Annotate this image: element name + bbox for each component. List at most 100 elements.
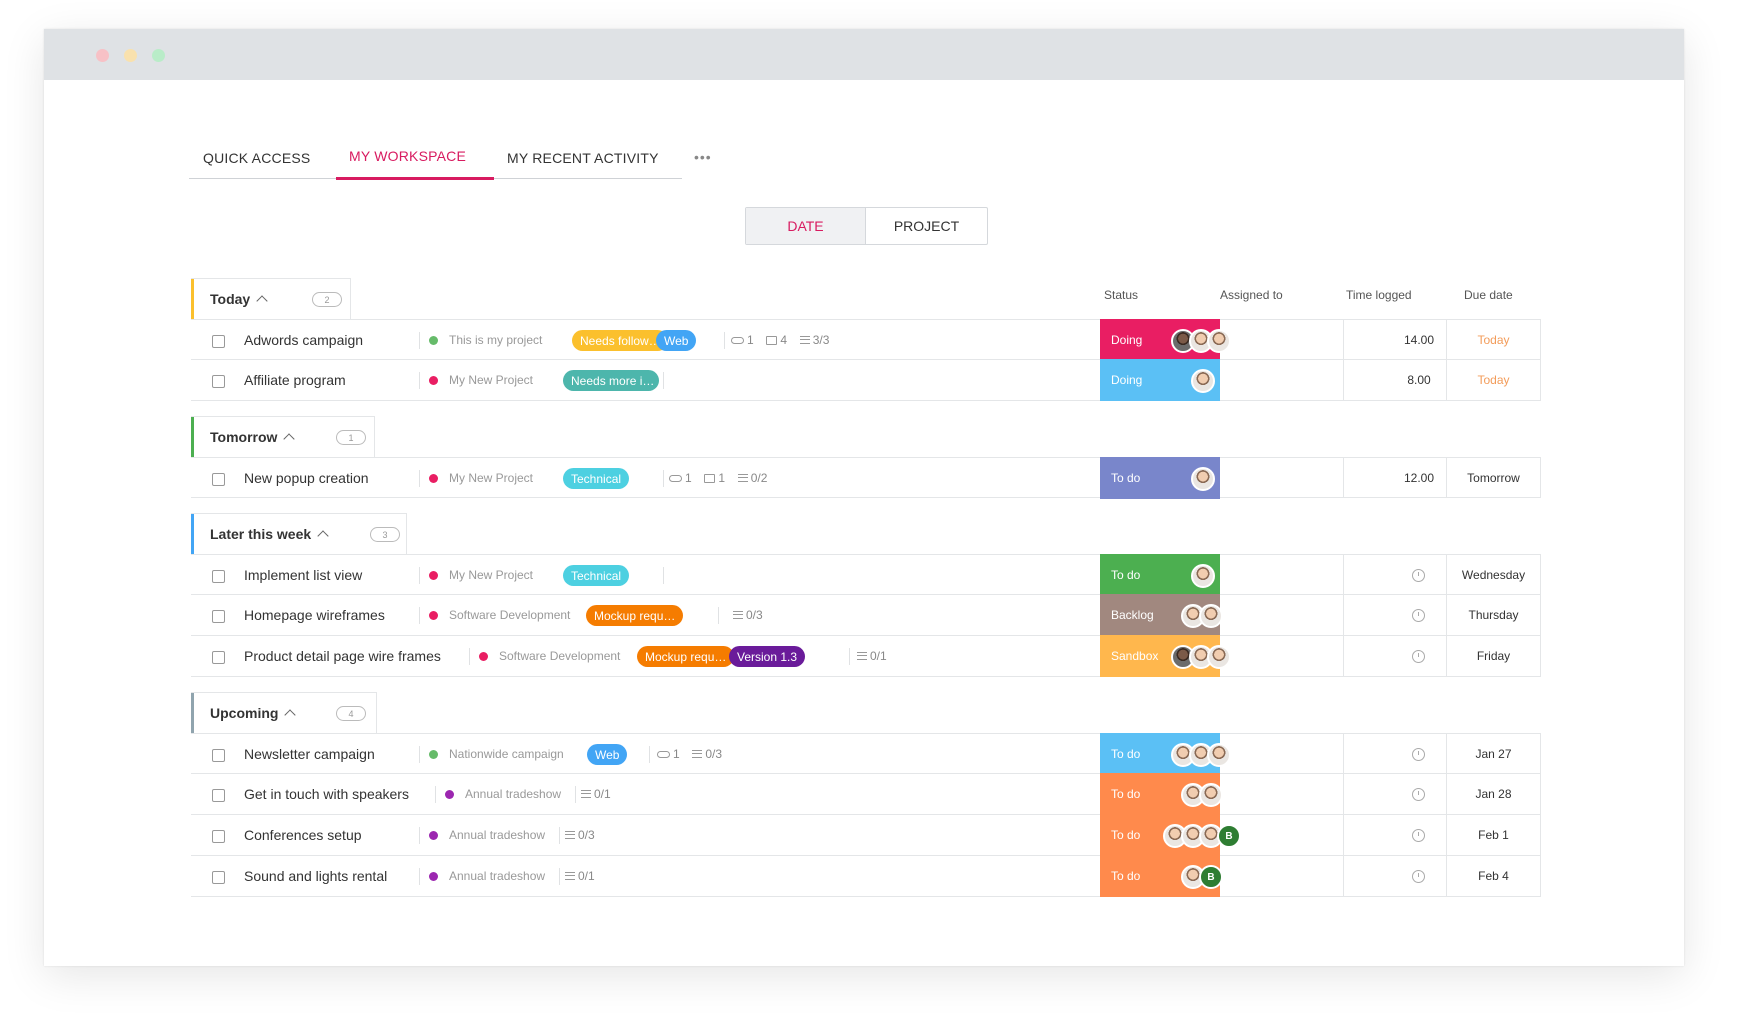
task-row[interactable]: Get in touch with speakers Annual trades… xyxy=(191,773,1541,815)
task-checkbox[interactable] xyxy=(212,473,225,486)
due-date[interactable]: Today xyxy=(1446,333,1541,347)
close-window-dot[interactable] xyxy=(96,49,109,62)
task-name[interactable]: Get in touch with speakers xyxy=(244,786,409,802)
task-label[interactable]: Web xyxy=(587,744,628,765)
avatar[interactable] xyxy=(1207,329,1231,353)
task-checkbox[interactable] xyxy=(212,335,225,348)
task-row[interactable]: Sound and lights rental Annual tradeshow… xyxy=(191,855,1541,897)
alarm-clock-icon[interactable] xyxy=(1412,788,1425,801)
avatar[interactable] xyxy=(1207,743,1231,767)
avatar[interactable] xyxy=(1199,604,1223,628)
due-date[interactable]: Thursday xyxy=(1446,608,1541,622)
task-row[interactable]: Adwords campaign This is my project Needs… xyxy=(191,319,1541,361)
task-label[interactable]: Technical xyxy=(563,468,629,489)
assignee-avatars[interactable] xyxy=(1191,564,1215,588)
alarm-clock-icon[interactable] xyxy=(1412,609,1425,622)
section-header[interactable]: Today 2 xyxy=(191,278,351,319)
avatar[interactable] xyxy=(1199,783,1223,807)
due-date[interactable]: Today xyxy=(1446,373,1541,387)
task-label[interactable]: Needs more i… xyxy=(563,370,659,391)
project-name[interactable]: Annual tradeshow xyxy=(465,787,561,801)
project-name[interactable]: Annual tradeshow xyxy=(449,828,545,842)
group-by-date-button[interactable]: DATE xyxy=(746,208,866,244)
collapse-chevron-icon[interactable] xyxy=(284,709,297,721)
collapse-chevron-icon[interactable] xyxy=(256,295,268,307)
group-by-project-button[interactable]: PROJECT xyxy=(866,208,987,244)
assignee-avatars[interactable]: B xyxy=(1163,824,1241,848)
project-name[interactable]: This is my project xyxy=(449,333,542,347)
alarm-clock-icon[interactable] xyxy=(1412,870,1425,883)
assignee-avatars[interactable] xyxy=(1191,467,1215,491)
assignee-avatars[interactable] xyxy=(1191,369,1215,393)
minimize-window-dot[interactable] xyxy=(124,49,137,62)
task-name[interactable]: Affiliate program xyxy=(244,372,346,388)
task-name[interactable]: Adwords campaign xyxy=(244,332,363,348)
task-label[interactable]: Mockup requ… xyxy=(637,646,735,667)
task-label[interactable]: Technical xyxy=(563,565,629,586)
alarm-clock-icon[interactable] xyxy=(1412,569,1425,582)
project-name[interactable]: Nationwide campaign xyxy=(449,747,564,761)
project-name[interactable]: My New Project xyxy=(449,373,533,387)
due-date[interactable]: Jan 28 xyxy=(1446,787,1541,801)
due-date[interactable]: Wednesday xyxy=(1446,568,1541,582)
task-row[interactable]: Implement list view My New Project Techni… xyxy=(191,554,1541,596)
task-name[interactable]: Newsletter campaign xyxy=(244,746,375,762)
task-checkbox[interactable] xyxy=(212,651,225,664)
task-checkbox[interactable] xyxy=(212,789,225,802)
task-label[interactable]: Web xyxy=(656,330,696,351)
task-checkbox[interactable] xyxy=(212,610,225,623)
task-row[interactable]: Newsletter campaign Nationwide campaign W… xyxy=(191,733,1541,775)
project-name[interactable]: Software Development xyxy=(449,608,570,622)
task-checkbox[interactable] xyxy=(212,375,225,388)
due-date[interactable]: Feb 1 xyxy=(1446,828,1541,842)
collapse-chevron-icon[interactable] xyxy=(317,530,329,542)
task-row[interactable]: Conferences setup Annual tradeshow 0/3 To … xyxy=(191,814,1541,856)
avatar[interactable] xyxy=(1191,369,1215,393)
task-label[interactable]: Mockup requ… xyxy=(586,605,684,626)
tab-my-recent-activity[interactable]: MY RECENT ACTIVITY xyxy=(507,150,659,166)
assignee-avatars[interactable] xyxy=(1171,329,1231,353)
assignee-avatars[interactable]: B xyxy=(1181,865,1223,889)
avatar[interactable] xyxy=(1207,645,1231,669)
avatar[interactable] xyxy=(1191,467,1215,491)
section-header[interactable]: Upcoming 4 xyxy=(191,692,377,733)
tab-my-workspace[interactable]: MY WORKSPACE xyxy=(349,148,466,164)
task-checkbox[interactable] xyxy=(212,570,225,583)
task-name[interactable]: New popup creation xyxy=(244,470,369,486)
project-name[interactable]: Software Development xyxy=(499,649,620,663)
due-date[interactable]: Jan 27 xyxy=(1446,747,1541,761)
tab-quick-access[interactable]: QUICK ACCESS xyxy=(203,150,310,166)
project-name[interactable]: My New Project xyxy=(449,471,533,485)
task-row[interactable]: New popup creation My New Project Technic… xyxy=(191,457,1541,499)
project-name[interactable]: My New Project xyxy=(449,568,533,582)
alarm-clock-icon[interactable] xyxy=(1412,650,1425,663)
avatar-initial[interactable]: B xyxy=(1217,824,1241,848)
due-date[interactable]: Feb 4 xyxy=(1446,869,1541,883)
task-checkbox[interactable] xyxy=(212,871,225,884)
due-date[interactable]: Tomorrow xyxy=(1446,471,1541,485)
alarm-clock-icon[interactable] xyxy=(1412,748,1425,761)
alarm-clock-icon[interactable] xyxy=(1412,829,1425,842)
assignee-avatars[interactable] xyxy=(1181,783,1223,807)
task-row[interactable]: Homepage wireframes Software Development… xyxy=(191,594,1541,636)
task-name[interactable]: Homepage wireframes xyxy=(244,607,385,623)
due-date[interactable]: Friday xyxy=(1446,649,1541,663)
avatar[interactable] xyxy=(1191,564,1215,588)
project-name[interactable]: Annual tradeshow xyxy=(449,869,545,883)
maximize-window-dot[interactable] xyxy=(152,49,165,62)
collapse-chevron-icon[interactable] xyxy=(283,433,296,445)
section-header[interactable]: Tomorrow 1 xyxy=(191,416,375,457)
task-name[interactable]: Product detail page wire frames xyxy=(244,648,441,664)
assignee-avatars[interactable] xyxy=(1181,604,1223,628)
task-name[interactable]: Implement list view xyxy=(244,567,362,583)
task-label[interactable]: Version 1.3 xyxy=(729,646,806,667)
task-label[interactable]: Needs follow… xyxy=(572,330,668,351)
task-row[interactable]: Affiliate program My New Project Needs mo… xyxy=(191,359,1541,401)
task-name[interactable]: Sound and lights rental xyxy=(244,868,387,884)
task-checkbox[interactable] xyxy=(212,749,225,762)
task-checkbox[interactable] xyxy=(212,830,225,843)
section-header[interactable]: Later this week 3 xyxy=(191,513,407,554)
assignee-avatars[interactable] xyxy=(1171,645,1231,669)
assignee-avatars[interactable] xyxy=(1171,743,1231,767)
task-name[interactable]: Conferences setup xyxy=(244,827,362,843)
